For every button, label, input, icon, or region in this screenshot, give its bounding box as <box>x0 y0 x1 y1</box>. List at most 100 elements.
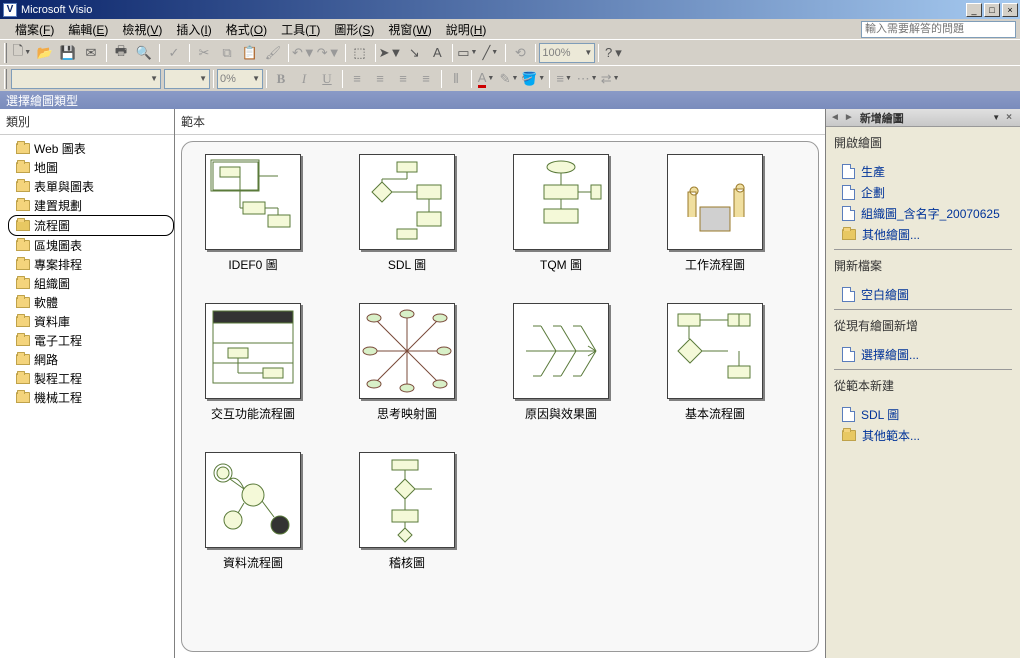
line-color-button[interactable]: ✎▼ <box>498 68 520 90</box>
menu-v[interactable]: 檢視(V) <box>115 19 169 40</box>
align-right-button[interactable]: ≡ <box>392 68 414 90</box>
align-center-button[interactable]: ≡ <box>369 68 391 90</box>
font-combo[interactable]: ▼ <box>11 69 161 89</box>
format-painter-button[interactable]: 🖌 <box>262 42 284 64</box>
italic-button[interactable]: I <box>293 68 315 90</box>
print-preview-button[interactable]: 🔍 <box>133 42 155 64</box>
help-search-input[interactable] <box>861 21 1016 38</box>
connector-tool-button[interactable]: ↘ <box>403 42 425 64</box>
underline-button[interactable]: U <box>316 68 338 90</box>
menu-h[interactable]: 說明(H) <box>439 19 494 40</box>
template-item[interactable]: 基本流程圖 <box>660 303 770 422</box>
category-item[interactable]: 機械工程 <box>0 388 174 407</box>
category-item[interactable]: 流程圖 <box>8 215 174 236</box>
print-button[interactable]: 🖶 <box>110 42 132 64</box>
line-pattern-button[interactable]: ⋯▼ <box>576 68 598 90</box>
category-item[interactable]: 軟體 <box>0 293 174 312</box>
menu-t[interactable]: 工具(T) <box>274 19 327 40</box>
rotate-button[interactable]: ⟲ <box>509 42 531 64</box>
task-pane-close-icon[interactable]: × <box>1006 112 1012 123</box>
open-button[interactable]: 📂 <box>34 42 56 64</box>
task-link-item[interactable]: 選擇繪圖... <box>834 344 1012 365</box>
template-label: 原因與效果圖 <box>525 405 597 422</box>
folder-icon <box>16 354 30 365</box>
font-size-combo[interactable]: ▼ <box>164 69 210 89</box>
line-ends-button[interactable]: ⇄▼ <box>599 68 621 90</box>
toolbar-grip[interactable] <box>4 43 7 63</box>
category-item[interactable]: 網路 <box>0 350 174 369</box>
task-link-label: 其他範本... <box>862 427 920 444</box>
text-tool-button[interactable]: A <box>426 42 448 64</box>
category-item[interactable]: 表單與圖表 <box>0 177 174 196</box>
from-existing-section-title: 從現有繪圖新增 <box>834 314 1012 336</box>
cut-button[interactable]: ✂ <box>193 42 215 64</box>
copy-button[interactable]: ⧉ <box>216 42 238 64</box>
menu-f[interactable]: 檔案(F) <box>8 19 61 40</box>
task-pane-dropdown-icon[interactable]: ▼ <box>992 113 1000 122</box>
spelling-button[interactable]: ✓ <box>163 42 185 64</box>
percent-combo[interactable]: 0%▼ <box>217 69 263 89</box>
fill-color-button[interactable]: 🪣▼ <box>521 68 545 90</box>
category-label: 電子工程 <box>34 332 82 349</box>
folder-icon <box>842 229 856 240</box>
template-label: 稽核圖 <box>389 554 425 571</box>
align-left-button[interactable]: ≡ <box>346 68 368 90</box>
menu-e[interactable]: 編輯(E) <box>61 19 115 40</box>
category-item[interactable]: 建置規劃 <box>0 196 174 215</box>
category-item[interactable]: 電子工程 <box>0 331 174 350</box>
distribute-button[interactable]: ⫴ <box>445 68 467 90</box>
template-item[interactable]: 工作流程圖 <box>660 154 770 273</box>
bold-button[interactable]: B <box>270 68 292 90</box>
paste-button[interactable]: 📋 <box>239 42 261 64</box>
font-color-button[interactable]: A▼ <box>475 68 497 90</box>
template-item[interactable]: IDEF0 圖 <box>198 154 308 273</box>
menu-w[interactable]: 視窗(W) <box>381 19 438 40</box>
close-button[interactable]: × <box>1002 3 1018 17</box>
category-item[interactable]: 區塊圖表 <box>0 236 174 255</box>
menu-i[interactable]: 插入(I) <box>169 19 218 40</box>
category-item[interactable]: 組織圖 <box>0 274 174 293</box>
task-pane-header: ◄ ► 新增繪圖 ▼ × <box>826 109 1020 127</box>
toolbar-grip[interactable] <box>4 69 7 89</box>
task-link-item[interactable]: 空白繪圖 <box>834 284 1012 305</box>
template-item[interactable]: 稽核圖 <box>352 452 462 571</box>
maximize-button[interactable]: □ <box>984 3 1000 17</box>
task-link-item[interactable]: 其他範本... <box>834 425 1012 446</box>
rectangle-tool-button[interactable]: ▭▼ <box>456 42 478 64</box>
category-item[interactable]: 製程工程 <box>0 369 174 388</box>
menu-o[interactable]: 格式(O) <box>219 19 274 40</box>
task-link-item[interactable]: 生產 <box>834 161 1012 182</box>
line-weight-button[interactable]: ≡▼ <box>553 68 575 90</box>
templates-header: 範本 <box>175 109 825 135</box>
save-button[interactable]: 💾 <box>57 42 79 64</box>
task-link-item[interactable]: 其他繪圖... <box>834 224 1012 245</box>
pointer-tool-button[interactable]: ➤▼ <box>379 42 403 64</box>
minimize-button[interactable]: _ <box>966 3 982 17</box>
menu-s[interactable]: 圖形(S) <box>327 19 381 40</box>
redo-button[interactable]: ↷▼ <box>317 42 341 64</box>
category-item[interactable]: 專案排程 <box>0 255 174 274</box>
task-link-item[interactable]: 企劃 <box>834 182 1012 203</box>
help-button[interactable]: ?▾ <box>602 42 624 64</box>
category-item[interactable]: Web 圖表 <box>0 139 174 158</box>
template-item[interactable]: 資料流程圖 <box>198 452 308 571</box>
category-item[interactable]: 地圖 <box>0 158 174 177</box>
task-forward-icon[interactable]: ► <box>844 112 854 123</box>
task-link-item[interactable]: SDL 圖 <box>834 404 1012 425</box>
undo-button[interactable]: ↶▼ <box>292 42 316 64</box>
shapes-button[interactable]: ⬚ <box>349 42 371 64</box>
line-tool-button[interactable]: ╱▼ <box>479 42 501 64</box>
template-item[interactable]: 交互功能流程圖 <box>198 303 308 422</box>
category-item[interactable]: 資料庫 <box>0 312 174 331</box>
template-item[interactable]: SDL 圖 <box>352 154 462 273</box>
template-item[interactable]: 思考映射圖 <box>352 303 462 422</box>
zoom-combo[interactable]: 100%▼ <box>539 43 595 63</box>
align-justify-button[interactable]: ≡ <box>415 68 437 90</box>
new-button[interactable]: 🗋▼ <box>11 42 33 64</box>
template-item[interactable]: TQM 圖 <box>506 154 616 273</box>
task-link-item[interactable]: 組織圖_含名字_20070625 <box>834 203 1012 224</box>
task-back-icon[interactable]: ◄ <box>830 112 840 123</box>
mail-button[interactable]: ✉ <box>80 42 102 64</box>
folder-icon <box>16 181 30 192</box>
template-item[interactable]: 原因與效果圖 <box>506 303 616 422</box>
